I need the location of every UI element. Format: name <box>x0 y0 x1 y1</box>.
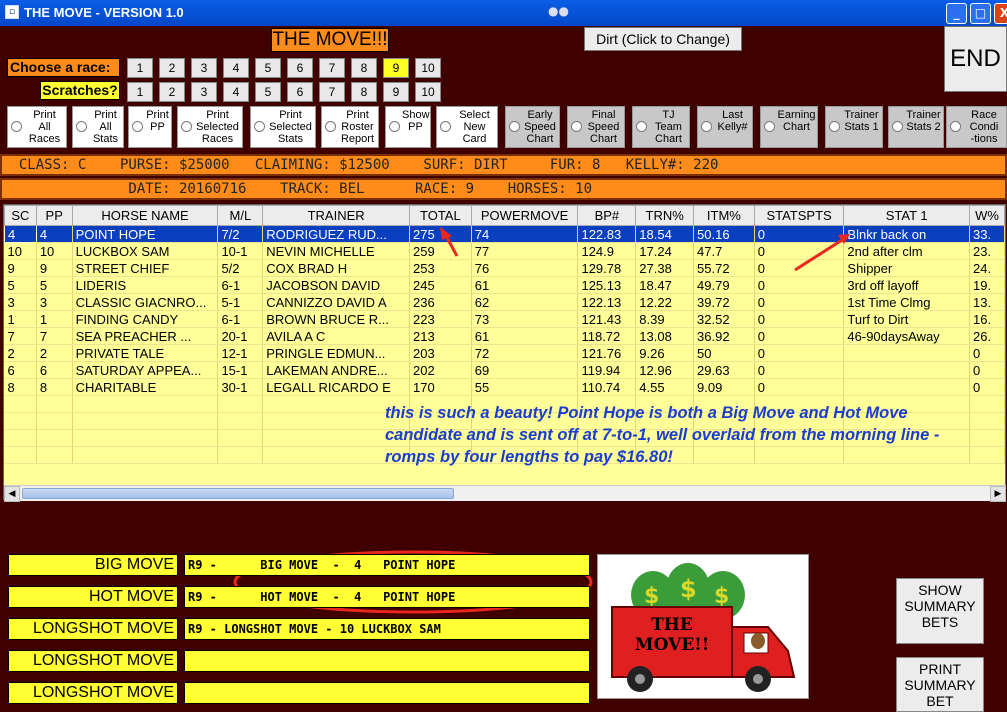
horse-icon <box>751 633 765 649</box>
print-summary-bet-sheet-button[interactable]: PRINT SUMMARY BET SHEET <box>896 657 984 712</box>
show-summary-bets-button[interactable]: SHOW SUMMARY BETS <box>896 578 984 644</box>
move-value-field[interactable]: R9 - LONGSHOT MOVE - 10 LUCKBOX SAM <box>184 618 590 640</box>
move-label: HOT MOVE <box>8 586 178 608</box>
move-value-field[interactable]: R9 - BIG MOVE - 4 POINT HOPE <box>184 554 590 576</box>
move-truck-logo: $ $ $ THE MOVE!! <box>597 554 809 699</box>
red-arrow-stat-icon <box>794 234 850 272</box>
move-label: LONGSHOT MOVE <box>8 682 178 704</box>
move-value-field[interactable] <box>184 650 590 672</box>
move-value-field[interactable]: R9 - HOT MOVE - 4 POINT HOPE <box>184 586 590 608</box>
svg-text:$: $ <box>644 584 659 609</box>
move-label: LONGSHOT MOVE <box>8 618 178 640</box>
logo-text: THE MOVE!! <box>634 615 710 655</box>
move-label: BIG MOVE <box>8 554 178 576</box>
svg-text:$: $ <box>680 575 697 603</box>
svg-text:$: $ <box>714 584 729 609</box>
red-arrow-total-icon <box>440 227 459 257</box>
move-value-field[interactable] <box>184 682 590 704</box>
move-label: LONGSHOT MOVE <box>8 650 178 672</box>
